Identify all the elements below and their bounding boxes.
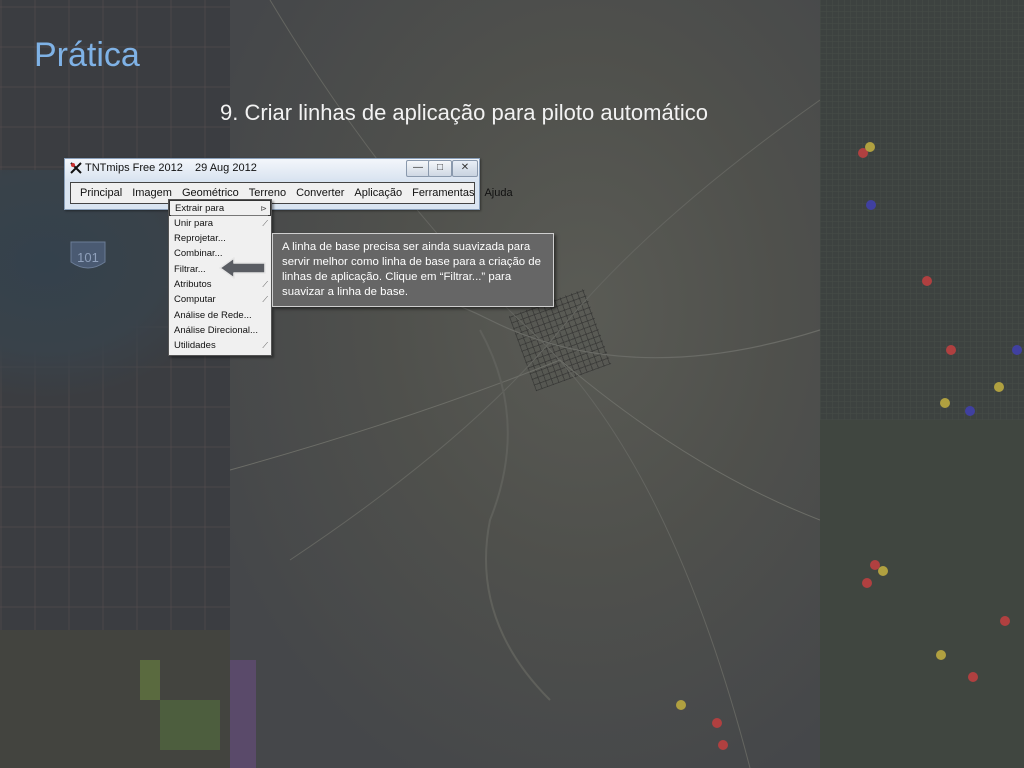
slide-title: Prática <box>34 36 140 74</box>
callout-text: A linha de base precisa ser ainda suaviz… <box>282 241 541 298</box>
map-field <box>820 420 1024 768</box>
menu-item-reprojetar[interactable]: Reprojetar... <box>169 231 271 246</box>
menu-item-label: Análise de Rede... <box>174 310 252 321</box>
close-icon: ✕ <box>460 162 470 173</box>
window-titlebar[interactable]: TNTmips Free 2012 29 Aug 2012 — □ ✕ <box>65 159 479 179</box>
left-arrow-icon <box>219 257 266 279</box>
tntmips-window: TNTmips Free 2012 29 Aug 2012 — □ ✕ Prin… <box>64 158 513 210</box>
menu-item-label: Análise Direcional... <box>174 325 258 336</box>
maximize-button[interactable]: □ <box>428 160 452 177</box>
menu-ferramentas[interactable]: Ferramentas <box>407 187 479 199</box>
menu-principal[interactable]: Principal <box>71 187 127 199</box>
close-button[interactable]: ✕ <box>452 160 478 177</box>
menu-converter[interactable]: Converter <box>291 187 349 199</box>
menu-item-label: Combinar... <box>174 248 223 259</box>
menu-item-label: Unir para <box>174 218 214 229</box>
menu-item-label: Utilidades <box>174 340 216 351</box>
map-lot <box>160 700 220 750</box>
highway-shield-icon: 101 <box>70 241 106 269</box>
minimize-button[interactable]: — <box>406 160 430 177</box>
submenu-arrow-icon: ⟋ <box>262 295 268 304</box>
tntmips-logo-icon <box>70 162 82 174</box>
menu-bar: Principal Imagem Geométrico Terreno Conv… <box>70 182 513 204</box>
submenu-arrow-icon: ⊳ <box>260 204 267 213</box>
window-title: TNTmips Free 2012 29 Aug 2012 <box>85 162 257 174</box>
menu-item-label: Computar <box>174 294 216 305</box>
highway-shield-label: 101 <box>77 250 99 265</box>
menu-item-computar[interactable]: Computar ⟋ <box>169 292 271 307</box>
submenu-arrow-icon: ⟋ <box>262 219 268 228</box>
menu-item-unir-para[interactable]: Unir para ⟋ <box>169 216 271 231</box>
menu-ajuda[interactable]: Ajuda <box>479 187 517 199</box>
menu-item-analise-de-rede[interactable]: Análise de Rede... <box>169 308 271 323</box>
menu-imagem[interactable]: Imagem <box>127 187 177 199</box>
menu-item-extrair-para[interactable]: Extrair para ⊳ <box>169 200 271 216</box>
submenu-arrow-icon: ⟋ <box>262 341 268 350</box>
menu-item-label: Atributos <box>174 279 212 290</box>
maximize-icon: □ <box>436 162 444 173</box>
menu-aplicacao[interactable]: Aplicação <box>349 187 407 199</box>
menu-item-utilidades[interactable]: Utilidades ⟋ <box>169 338 271 353</box>
menu-item-analise-direcional[interactable]: Análise Direcional... <box>169 323 271 338</box>
slide-subtitle: 9. Criar linhas de aplicação para piloto… <box>220 100 708 125</box>
menu-item-label: Extrair para <box>175 203 225 214</box>
menu-item-label: Filtrar... <box>174 264 206 275</box>
minimize-icon: — <box>413 162 423 173</box>
menu-item-label: Reprojetar... <box>174 233 226 244</box>
menu-geometrico[interactable]: Geométrico <box>177 187 244 199</box>
map-lot <box>140 660 160 700</box>
instruction-callout: A linha de base precisa ser ainda suaviz… <box>272 233 554 307</box>
menu-terreno[interactable]: Terreno <box>244 187 291 199</box>
